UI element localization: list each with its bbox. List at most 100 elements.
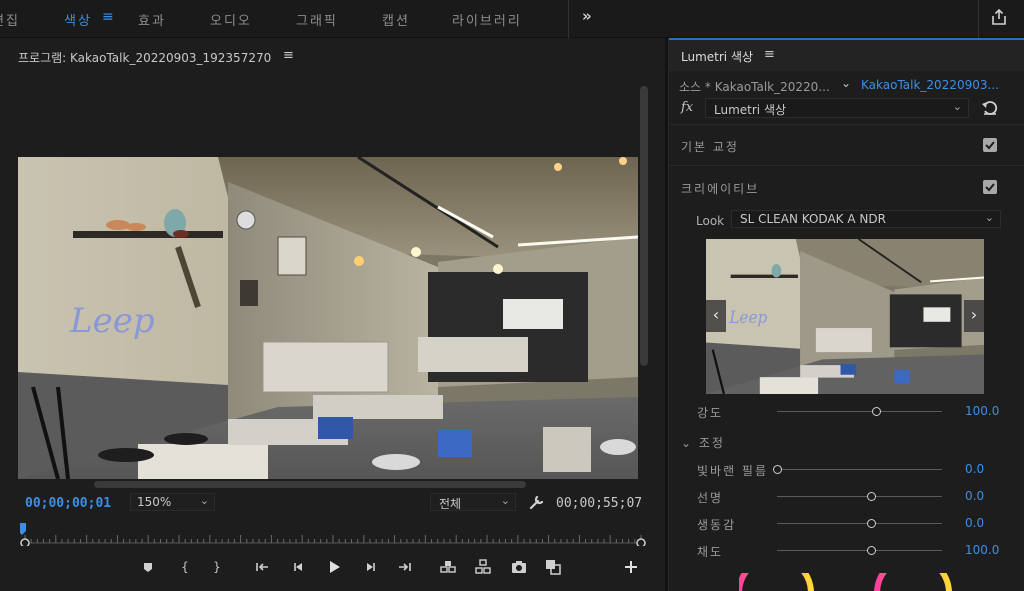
- look-label: Look: [696, 214, 725, 228]
- camera-icon[interactable]: [510, 558, 528, 576]
- more-workspaces-icon[interactable]: »: [582, 7, 592, 25]
- tab-captions[interactable]: 캡션: [382, 10, 410, 29]
- resolution-select[interactable]: 전체 ⌄: [430, 493, 516, 511]
- effect-select-value: Lumetri 색상: [714, 103, 787, 117]
- go-to-in-icon[interactable]: [254, 558, 272, 576]
- reset-icon[interactable]: [981, 99, 999, 117]
- tab-edit[interactable]: 편집: [0, 10, 20, 29]
- chevron-down-icon: ⌄: [500, 494, 510, 507]
- resolution-value: 전체: [439, 497, 462, 511]
- fx-icon[interactable]: fx: [681, 100, 693, 115]
- intensity-slider[interactable]: 강도 100.0: [669, 404, 1024, 420]
- look-select-value: SL CLEAN KODAK A NDR: [740, 212, 886, 226]
- color-wheels[interactable]: [739, 573, 959, 591]
- duration-timecode: 00;00;55;07: [556, 496, 643, 511]
- lumetri-header: Lumetri 색상 ≡: [669, 38, 1024, 71]
- saturation-value[interactable]: 100.0: [965, 543, 999, 557]
- creative-checkbox[interactable]: [983, 180, 997, 194]
- share-icon[interactable]: [990, 8, 1008, 26]
- lumetri-title[interactable]: Lumetri 색상: [681, 48, 753, 65]
- workspace-divider: [568, 0, 569, 38]
- extract-icon[interactable]: [474, 558, 492, 576]
- workspace-bar: 편집 색상 ≡ 효과 오디오 그래픽 캡션 라이브러리 »: [0, 0, 1024, 38]
- studio-scene-image: Leep: [18, 157, 638, 479]
- section-basic-correction[interactable]: 기본 교정: [681, 138, 739, 155]
- tab-libraries[interactable]: 라이브러리: [452, 10, 522, 29]
- vibrance-value[interactable]: 0.0: [965, 516, 984, 530]
- marker-icon[interactable]: [139, 558, 157, 576]
- tab-audio[interactable]: 오디오: [210, 10, 252, 29]
- sharpen-value[interactable]: 0.0: [965, 489, 984, 503]
- chevron-down-icon: ⌄: [199, 494, 209, 507]
- program-monitor: 프로그램: KakaoTalk_20220903_192357270 ≡ Lee…: [0, 40, 665, 591]
- section-creative[interactable]: 크리에이티브: [681, 180, 759, 197]
- go-to-out-icon[interactable]: [395, 558, 413, 576]
- slider-track[interactable]: [777, 523, 942, 524]
- look-select[interactable]: SL CLEAN KODAK A NDR ⌄: [731, 210, 1001, 228]
- workspace-divider: [978, 0, 979, 38]
- section-divider: [669, 124, 1024, 125]
- vertical-scrollbar[interactable]: [640, 86, 648, 366]
- zoom-select[interactable]: 150% ⌄: [130, 493, 215, 511]
- faded-film-value[interactable]: 0.0: [965, 462, 984, 476]
- effect-select[interactable]: Lumetri 색상 ⌄: [705, 98, 969, 118]
- basic-correction-checkbox[interactable]: [983, 138, 997, 152]
- next-look-icon[interactable]: ›: [964, 300, 984, 332]
- slider-thumb[interactable]: [872, 407, 881, 416]
- checkbox-icon: [985, 141, 995, 150]
- source-row: 소스 * KakaoTalk_20220... ⌄ KakaoTalk_2022…: [669, 75, 1024, 95]
- svg-text:Leep: Leep: [728, 308, 767, 328]
- look-preview-image[interactable]: Leep: [706, 239, 984, 394]
- sharpen-label: 선명: [697, 491, 724, 505]
- slider-thumb[interactable]: [773, 465, 782, 474]
- slider-thumb[interactable]: [867, 492, 877, 501]
- program-menu-icon[interactable]: ≡: [283, 48, 294, 63]
- comparison-icon[interactable]: [544, 558, 562, 576]
- mark-out-icon[interactable]: }: [208, 558, 226, 576]
- transport-controls: { }: [130, 558, 660, 580]
- add-button-icon[interactable]: [622, 558, 640, 576]
- adjustments-label: 조정: [698, 436, 725, 450]
- previous-look-icon[interactable]: ‹: [706, 300, 726, 332]
- slider-track[interactable]: [777, 411, 942, 412]
- lumetri-panel: Lumetri 색상 ≡ 소스 * KakaoTalk_20220... ⌄ K…: [668, 38, 1024, 591]
- wrench-icon[interactable]: [529, 494, 545, 510]
- current-timecode[interactable]: 00;00;00;01: [25, 496, 111, 511]
- play-icon[interactable]: [325, 558, 343, 576]
- slider-track[interactable]: [777, 469, 942, 470]
- vibrance-slider[interactable]: 생동감 0.0: [669, 516, 1024, 532]
- chevron-down-icon: ⌄: [952, 100, 962, 113]
- mark-in-icon[interactable]: {: [176, 558, 194, 576]
- step-forward-icon[interactable]: [361, 558, 379, 576]
- tab-color[interactable]: 색상: [64, 10, 92, 29]
- step-back-icon[interactable]: [290, 558, 308, 576]
- sequence-clip-tab[interactable]: KakaoTalk_20220903...: [861, 78, 999, 92]
- video-frame[interactable]: Leep: [18, 157, 638, 479]
- slider-track[interactable]: [777, 550, 942, 551]
- lumetri-menu-icon[interactable]: ≡: [764, 47, 775, 62]
- sharpen-slider[interactable]: 선명 0.0: [669, 489, 1024, 505]
- faded-film-slider[interactable]: 빛바랜 필름 0.0: [669, 462, 1024, 478]
- time-ruler[interactable]: [20, 520, 646, 546]
- chevron-down-icon[interactable]: ⌄: [841, 76, 851, 90]
- tab-graphics[interactable]: 그래픽: [296, 10, 338, 29]
- slider-track[interactable]: [777, 496, 942, 497]
- studio-scene-thumbnail: Leep: [706, 239, 984, 394]
- slider-thumb[interactable]: [867, 519, 877, 528]
- lift-icon[interactable]: [439, 558, 457, 576]
- chevron-down-icon: ⌄: [984, 211, 994, 224]
- horizontal-scrollbar[interactable]: [94, 481, 526, 488]
- checkbox-icon: [985, 183, 995, 192]
- slider-thumb[interactable]: [867, 546, 877, 555]
- intensity-value[interactable]: 100.0: [965, 404, 999, 418]
- adjustments-header[interactable]: ⌄ 조정: [681, 434, 725, 451]
- intensity-label: 강도: [697, 406, 724, 420]
- saturation-slider[interactable]: 채도 100.0: [669, 543, 1024, 559]
- program-title[interactable]: 프로그램: KakaoTalk_20220903_192357270: [18, 49, 271, 66]
- saturation-label: 채도: [697, 545, 724, 559]
- effect-row: fx Lumetri 색상 ⌄: [669, 97, 1024, 121]
- tab-effects[interactable]: 효과: [138, 10, 166, 29]
- vibrance-label: 생동감: [697, 518, 737, 532]
- workspace-menu-icon[interactable]: ≡: [102, 9, 114, 25]
- source-clip-tab[interactable]: 소스 * KakaoTalk_20220...: [679, 78, 830, 95]
